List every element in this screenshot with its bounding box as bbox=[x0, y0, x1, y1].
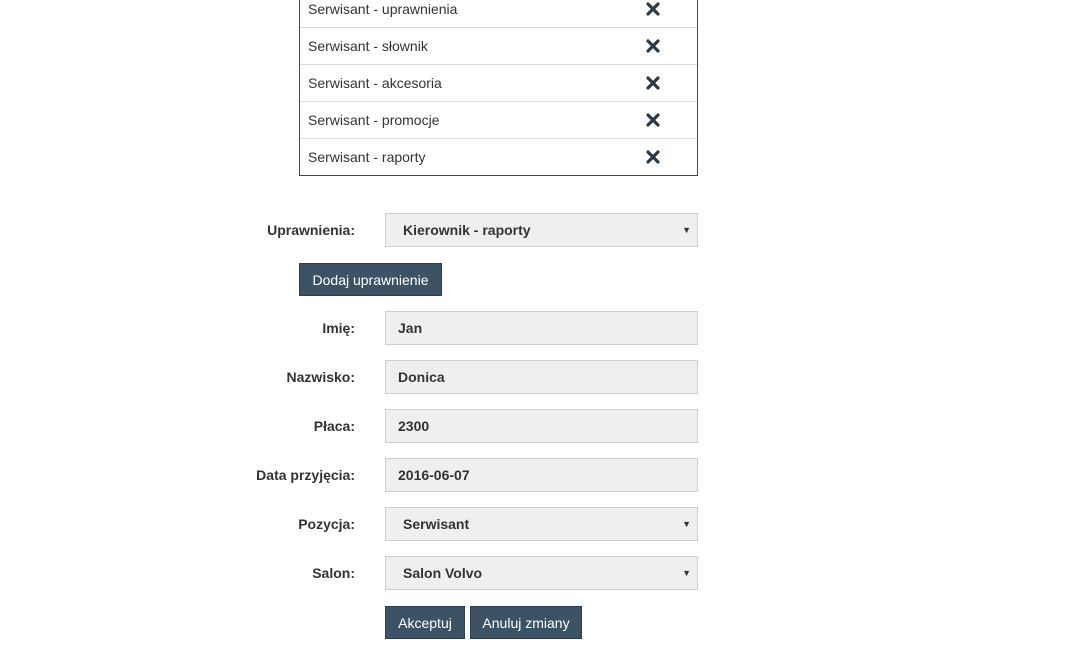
permissions-label: Uprawnienia: bbox=[267, 222, 355, 238]
first-name-label: Imię: bbox=[322, 320, 355, 336]
close-icon[interactable] bbox=[646, 39, 660, 53]
permission-row: Serwisant - akcesoria bbox=[300, 64, 697, 101]
add-permission-button[interactable]: Dodaj uprawnienie bbox=[299, 263, 442, 296]
salon-select-value: Salon Volvo bbox=[403, 565, 483, 581]
salary-field[interactable]: 2300 bbox=[385, 409, 698, 443]
salon-select[interactable]: Salon Volvo ▼ bbox=[385, 556, 698, 590]
cancel-changes-button[interactable]: Anuluj zmiany bbox=[470, 606, 582, 639]
permission-name: Serwisant - słownik bbox=[308, 38, 428, 54]
permission-row: Serwisant - słownik bbox=[300, 27, 697, 64]
permission-name: Serwisant - uprawnienia bbox=[308, 1, 458, 17]
permissions-table: Serwisant - uprawnienia Serwisant - słow… bbox=[299, 0, 698, 176]
permission-name: Serwisant - akcesoria bbox=[308, 75, 442, 91]
close-icon[interactable] bbox=[646, 2, 660, 16]
close-icon[interactable] bbox=[646, 150, 660, 164]
permission-row: Serwisant - raporty bbox=[300, 138, 697, 175]
hire-date-label: Data przyjęcia: bbox=[256, 467, 355, 483]
permission-name: Serwisant - raporty bbox=[308, 149, 426, 165]
dropdown-arrow-icon: ▼ bbox=[682, 519, 691, 529]
position-label: Pozycja: bbox=[298, 516, 355, 532]
position-select[interactable]: Serwisant ▼ bbox=[385, 507, 698, 541]
permissions-select[interactable]: Kierownik - raporty ▼ bbox=[385, 213, 698, 247]
accept-button[interactable]: Akceptuj bbox=[385, 606, 465, 639]
dropdown-arrow-icon: ▼ bbox=[682, 568, 691, 578]
position-select-value: Serwisant bbox=[403, 516, 470, 532]
salon-label: Salon: bbox=[312, 565, 355, 581]
dropdown-arrow-icon: ▼ bbox=[682, 225, 691, 235]
salary-label: Płaca: bbox=[313, 418, 355, 434]
last-name-label: Nazwisko: bbox=[286, 369, 355, 385]
permission-row: Serwisant - uprawnienia bbox=[300, 0, 697, 27]
first-name-field[interactable]: Jan bbox=[385, 311, 698, 345]
close-icon[interactable] bbox=[646, 113, 660, 127]
last-name-field[interactable]: Donica bbox=[385, 360, 698, 394]
permissions-select-value: Kierownik - raporty bbox=[403, 222, 531, 238]
close-icon[interactable] bbox=[646, 76, 660, 90]
permission-row: Serwisant - promocje bbox=[300, 101, 697, 138]
hire-date-field[interactable]: 2016-06-07 bbox=[385, 458, 698, 492]
permission-name: Serwisant - promocje bbox=[308, 112, 440, 128]
